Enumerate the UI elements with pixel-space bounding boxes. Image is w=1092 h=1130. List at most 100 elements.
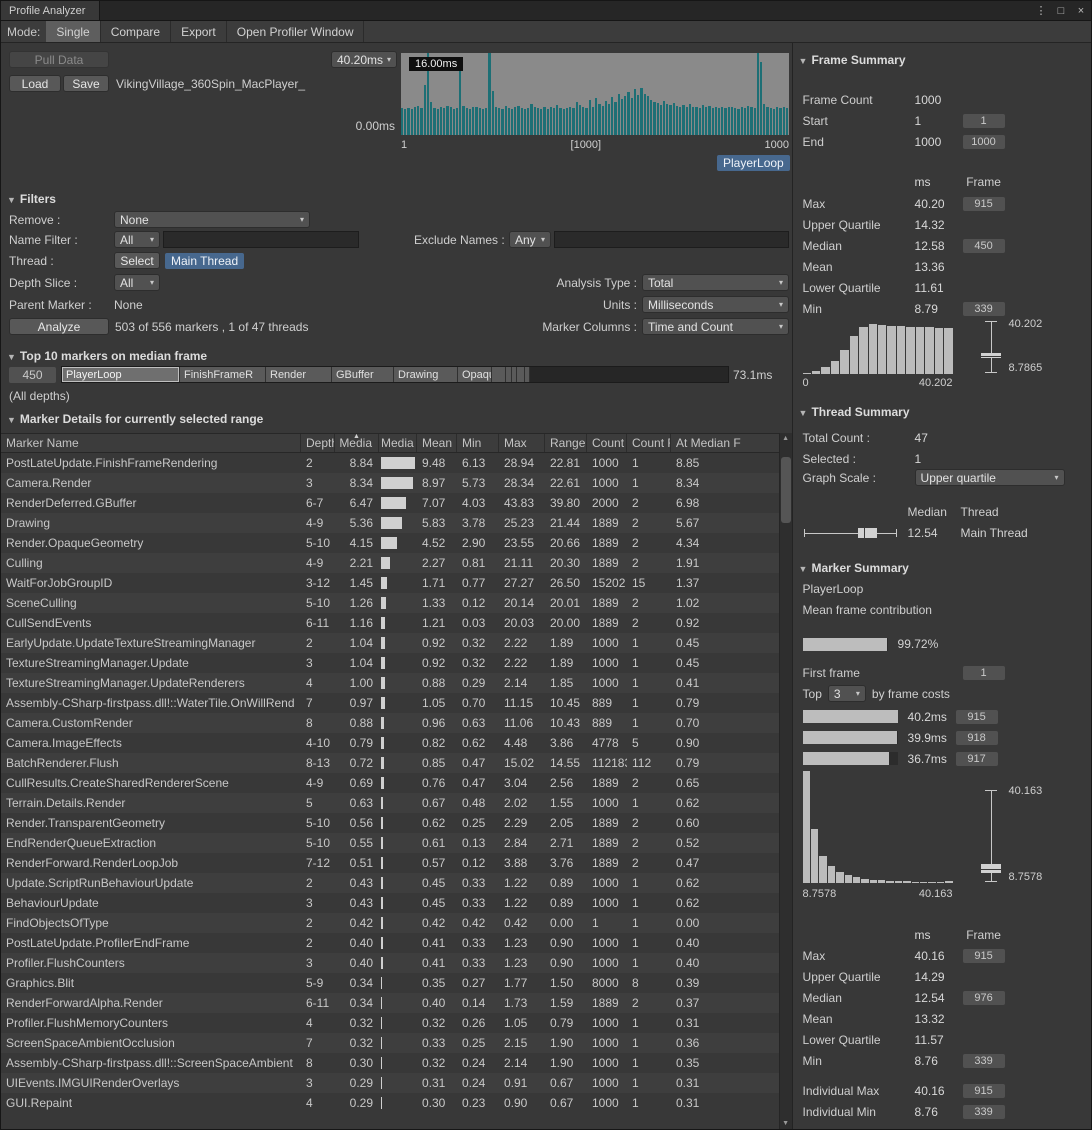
scroll-down-icon[interactable]: ▼ — [780, 1120, 792, 1127]
column-header[interactable]: Depth — [301, 434, 335, 452]
close-icon[interactable]: × — [1071, 1, 1091, 20]
table-row[interactable]: WaitForJobGroupID3-121.451.710.7727.2726… — [1, 573, 780, 593]
name-filter-input[interactable] — [163, 231, 359, 248]
table-row[interactable]: TextureStreamingManager.UpdateRenderers4… — [1, 673, 780, 693]
frame-jump-badge[interactable]: 339 — [963, 302, 1005, 316]
frame-jump-badge[interactable]: 915 — [963, 1084, 1005, 1098]
table-row[interactable]: Assembly-CSharp-firstpass.dll!::WaterTil… — [1, 693, 780, 713]
selected-marker-chip[interactable]: PlayerLoop — [717, 155, 790, 171]
y-scale-dropdown[interactable]: 40.20ms▾ — [331, 51, 397, 68]
table-row[interactable]: EarlyUpdate.UpdateTextureStreamingManage… — [1, 633, 780, 653]
table-row[interactable]: Camera.ImageEffects4-100.790.820.624.483… — [1, 733, 780, 753]
table-row[interactable]: Update.ScriptRunBehaviourUpdate20.430.45… — [1, 873, 780, 893]
table-row[interactable]: BatchRenderer.Flush8-130.720.850.4715.02… — [1, 753, 780, 773]
table-row[interactable]: Assembly-CSharp-firstpass.dll!::ScreenSp… — [1, 1053, 780, 1073]
save-button[interactable]: Save — [63, 75, 109, 92]
frame-jump-badge[interactable]: 917 — [956, 752, 998, 766]
top10-segment[interactable]: Drawing — [394, 367, 458, 382]
table-row[interactable]: Camera.Render38.348.975.7328.3422.611000… — [1, 473, 780, 493]
frame-summary-header[interactable]: ▼Frame Summary — [799, 53, 906, 67]
frame-jump-badge[interactable]: 339 — [963, 1105, 1005, 1119]
marker-columns-dropdown[interactable]: Time and Count▾ — [642, 318, 789, 335]
thread-row[interactable]: 12.54 Main Thread — [803, 526, 1028, 540]
scroll-up-icon[interactable]: ▲ — [780, 435, 792, 442]
frame-jump-badge[interactable]: 1 — [963, 666, 1005, 680]
table-row[interactable]: GUI.Repaint40.290.300.230.900.67100010.3… — [1, 1093, 780, 1113]
table-row[interactable]: Profiler.FlushMemoryCounters40.320.320.2… — [1, 1013, 780, 1033]
table-row[interactable]: RenderForwardAlpha.Render6-110.340.400.1… — [1, 993, 780, 1013]
column-header[interactable]: Mean — [417, 434, 457, 452]
table-row[interactable]: SceneCulling5-101.261.330.1220.1420.0118… — [1, 593, 780, 613]
tab-compare[interactable]: Compare — [101, 21, 171, 42]
table-row[interactable]: ScreenSpaceAmbientOcclusion70.320.330.25… — [1, 1033, 780, 1053]
tab-profile-analyzer[interactable]: Profile Analyzer — [1, 1, 100, 20]
table-row[interactable]: UIEvents.IMGUIRenderOverlays30.290.310.2… — [1, 1073, 780, 1093]
open-profiler-window-button[interactable]: Open Profiler Window — [227, 21, 365, 42]
column-header[interactable]: Media — [379, 434, 417, 452]
top10-segment[interactable]: PlayerLoop — [62, 367, 180, 382]
table-row[interactable]: Culling4-92.212.270.8121.1120.30188921.9… — [1, 553, 780, 573]
name-filter-scope-dropdown[interactable]: All▾ — [114, 231, 160, 248]
thread-select-button[interactable]: Select — [114, 252, 160, 269]
remove-dropdown[interactable]: None▾ — [114, 211, 310, 228]
column-header[interactable]: Count Fra — [627, 434, 671, 452]
table-row[interactable]: FindObjectsOfType20.420.420.420.420.0011… — [1, 913, 780, 933]
exclude-names-input[interactable] — [554, 231, 789, 248]
table-row[interactable]: Render.TransparentGeometry5-100.560.620.… — [1, 813, 780, 833]
median-frame-badge[interactable]: 450 — [9, 367, 56, 383]
tab-single[interactable]: Single — [46, 21, 100, 42]
table-row[interactable]: PostLateUpdate.FinishFrameRendering28.84… — [1, 453, 780, 473]
frame-jump-badge[interactable]: 339 — [963, 1054, 1005, 1068]
menu-icon[interactable]: ⋮ — [1031, 1, 1051, 20]
table-row[interactable]: RenderDeferred.GBuffer6-76.477.074.0343.… — [1, 493, 780, 513]
top10-header[interactable]: ▼Top 10 markers on median frame — [7, 349, 207, 363]
table-row[interactable]: RenderForward.RenderLoopJob7-120.510.570… — [1, 853, 780, 873]
table-row[interactable]: Camera.CustomRender80.880.960.6311.0610.… — [1, 713, 780, 733]
column-header[interactable]: ▲Media — [335, 434, 379, 452]
table-row[interactable]: PostLateUpdate.ProfilerEndFrame20.400.41… — [1, 933, 780, 953]
scrollbar-thumb[interactable] — [781, 457, 791, 523]
table-row[interactable]: Render.OpaqueGeometry5-104.154.522.9023.… — [1, 533, 780, 553]
column-header[interactable]: Range — [545, 434, 587, 452]
table-row[interactable]: BehaviourUpdate30.430.450.331.220.891000… — [1, 893, 780, 913]
table-row[interactable]: Terrain.Details.Render50.630.670.482.021… — [1, 793, 780, 813]
top10-segment[interactable] — [517, 367, 525, 382]
column-header[interactable]: Max — [499, 434, 545, 452]
column-header[interactable]: Marker Name — [1, 434, 301, 452]
filters-header[interactable]: ▼Filters — [7, 192, 56, 206]
thread-chip[interactable]: Main Thread — [165, 253, 244, 269]
frame-jump-badge[interactable]: 976 — [963, 991, 1005, 1005]
analysis-type-dropdown[interactable]: Total▾ — [642, 274, 789, 291]
frame-jump-badge[interactable]: 915 — [956, 710, 998, 724]
top10-segment[interactable]: Opaqu — [458, 367, 492, 382]
column-header[interactable]: Count — [587, 434, 627, 452]
top10-segment[interactable]: GBuffer — [332, 367, 394, 382]
table-row[interactable]: Profiler.FlushCounters30.400.410.331.230… — [1, 953, 780, 973]
table-row[interactable]: TextureStreamingManager.Update31.040.920… — [1, 653, 780, 673]
marker-summary-header[interactable]: ▼Marker Summary — [799, 561, 909, 575]
frame-jump-badge[interactable]: 915 — [963, 197, 1005, 211]
frame-jump-badge[interactable]: 915 — [963, 949, 1005, 963]
marker-details-header[interactable]: ▼Marker Details for currently selected r… — [7, 412, 263, 426]
column-header[interactable]: Min — [457, 434, 499, 452]
top10-segment[interactable]: FinishFrameR — [180, 367, 266, 382]
table-row[interactable]: EndRenderQueueExtraction5-100.550.610.13… — [1, 833, 780, 853]
thread-summary-header[interactable]: ▼Thread Summary — [799, 405, 910, 419]
frame-jump-badge[interactable]: 1000 — [963, 135, 1005, 149]
analyze-button[interactable]: Analyze — [9, 318, 109, 335]
frame-jump-badge[interactable]: 450 — [963, 239, 1005, 253]
restore-icon[interactable]: □ — [1051, 1, 1071, 20]
units-dropdown[interactable]: Milliseconds▾ — [642, 296, 789, 313]
table-row[interactable]: CullResults.CreateSharedRendererScene4-9… — [1, 773, 780, 793]
graph-scale-dropdown[interactable]: Upper quartile▾ — [915, 469, 1065, 486]
table-row[interactable]: Graphics.Blit5-90.340.350.271.771.508000… — [1, 973, 780, 993]
frame-jump-badge[interactable]: 918 — [956, 731, 998, 745]
top10-segment[interactable]: Render — [266, 367, 332, 382]
top-count-dropdown[interactable]: 3▾ — [828, 685, 866, 702]
frame-jump-badge[interactable]: 1 — [963, 114, 1005, 128]
table-scrollbar[interactable]: ▲ ▼ — [779, 433, 792, 1129]
top10-segment[interactable] — [492, 367, 506, 382]
column-header[interactable]: At Median F — [671, 434, 780, 452]
depth-slice-dropdown[interactable]: All▾ — [114, 274, 160, 291]
table-row[interactable]: CullSendEvents6-111.161.210.0320.0320.00… — [1, 613, 780, 633]
